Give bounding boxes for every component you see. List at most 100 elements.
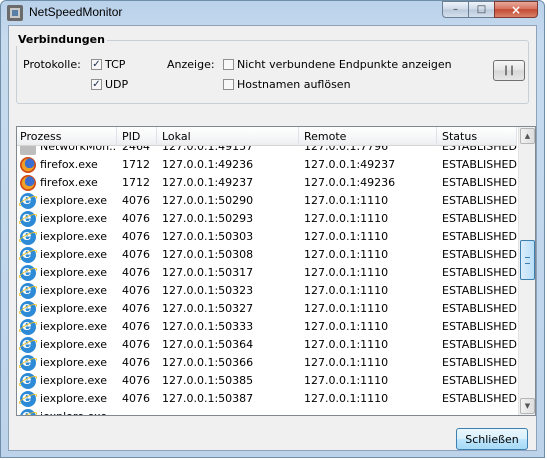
pause-button[interactable]: || [493,60,525,81]
process-cell: iexplore.exe [17,192,117,210]
local-address-cell: 127.0.0.1:50333 [162,320,254,333]
process-name: iexplore.exe [40,408,107,415]
local-address-cell [157,408,299,415]
scroll-down-arrow-icon[interactable]: ▼ [520,398,535,414]
status-cell: ESTABLISHED [442,284,517,297]
table-row[interactable]: iexplore.exe 4076 127.0.0.1:50317 127.0.0.1… [17,264,517,282]
pid-cell: 4076 [122,338,150,351]
internet-explorer-icon [20,264,36,281]
table-row[interactable]: iexplore.exe 4076 127.0.0.1:50323 127.0.0.1… [17,282,517,300]
tcp-check-mark[interactable]: ✓ [91,59,102,70]
protocols-label: Protokolle: [23,58,81,71]
process-name: iexplore.exe [40,284,107,297]
process-cell: iexplore.exe [17,372,117,390]
column-header-status[interactable]: Status [437,127,517,146]
udp-check-mark[interactable]: ✓ [91,79,102,90]
pid-cell: 1712 [122,176,150,189]
table-row[interactable]: iexplore.exe [17,408,517,415]
scrollbar-thumb[interactable] [520,240,535,281]
close-button[interactable]: Schließen [456,428,528,450]
process-name: iexplore.exe [40,320,107,333]
remote-address-cell [299,408,437,415]
firefox-icon [20,175,36,191]
pid-cell: 4076 [122,266,150,279]
local-address-cell: 127.0.0.1:50364 [162,338,254,351]
column-header-remote[interactable]: Remote [299,127,437,146]
status-cell: ESTABLISHED [442,248,517,261]
remote-address-cell: 127.0.0.1:49236 [304,176,396,189]
internet-explorer-icon [20,354,36,371]
table-row[interactable]: iexplore.exe 4076 127.0.0.1:50293 127.0.0.1… [17,210,517,228]
column-header-pid[interactable]: PID [117,127,157,146]
internet-explorer-icon [20,228,36,245]
process-name: iexplore.exe [40,248,107,261]
tcp-label: TCP [105,58,126,71]
column-header-local[interactable]: Lokal [157,127,299,146]
table-row[interactable]: NetworkMon... 2464 127.0.0.1:49157 127.0.0.… [17,146,517,156]
pid-cell: 1712 [122,158,150,171]
internet-explorer-icon [20,390,36,407]
connections-list[interactable]: Prozess PID Lokal Remote Status NetworkM… [16,126,536,416]
resolve-hostnames-checkbox[interactable]: Hostnamen auflösen [223,78,351,91]
pid-cell: 4076 [122,230,150,243]
table-row[interactable]: firefox.exe 1712 127.0.0.1:49237 127.0.0.1:… [17,174,517,192]
internet-explorer-icon [20,300,36,317]
remote-address-cell: 127.0.0.1:1110 [304,302,389,315]
remote-address-cell: 127.0.0.1:1110 [304,248,389,261]
connections-group-title: Verbindungen [16,33,107,46]
table-row[interactable]: iexplore.exe 4076 127.0.0.1:50364 127.0.0.1… [17,336,517,354]
window-title: NetSpeedMonitor [29,5,123,19]
scroll-up-arrow-icon[interactable]: ▲ [520,128,535,144]
local-address-cell: 127.0.0.1:50327 [162,302,254,315]
process-cell: iexplore.exe [17,354,117,372]
display-label: Anzeige: [167,58,215,71]
title-bar[interactable]: NetSpeedMonitor – □ × [1,1,544,25]
generic-icon [20,146,36,155]
close-window-button[interactable]: × [494,1,538,18]
table-row[interactable]: iexplore.exe 4076 127.0.0.1:50333 127.0.0.1… [17,318,517,336]
resolve-hostnames-label: Hostnamen auflösen [237,78,351,91]
status-cell: ESTABLISHED [442,194,517,207]
table-row[interactable]: iexplore.exe 4076 127.0.0.1:50366 127.0.0.1… [17,354,517,372]
pid-cell [117,408,157,415]
status-cell: ESTABLISHED [442,320,517,333]
status-cell: ESTABLISHED [442,374,517,387]
resolve-hostnames-check-box[interactable] [223,79,234,90]
remote-address-cell: 127.0.0.1:1110 [304,392,389,405]
process-cell: iexplore.exe [17,246,117,264]
local-address-cell: 127.0.0.1:50317 [162,266,254,279]
process-cell: iexplore.exe [17,264,117,282]
show-unconnected-check-box[interactable] [223,59,234,70]
udp-checkbox[interactable]: ✓ UDP [91,78,128,91]
table-row[interactable]: iexplore.exe 4076 127.0.0.1:50327 127.0.0.1… [17,300,517,318]
show-unconnected-label: Nicht verbundene Endpunkte anzeigen [237,58,452,71]
status-cell: ESTABLISHED [442,392,517,405]
caption-buttons: – □ × [442,1,538,19]
process-cell: iexplore.exe [17,408,117,415]
table-row[interactable]: iexplore.exe 4076 127.0.0.1:50385 127.0.0.1… [17,372,517,390]
table-row[interactable]: iexplore.exe 4076 127.0.0.1:50308 127.0.0.1… [17,246,517,264]
process-name: firefox.exe [40,176,98,189]
show-unconnected-checkbox[interactable]: Nicht verbundene Endpunkte anzeigen [223,58,452,71]
vertical-scrollbar[interactable]: ▲ ▼ [518,127,535,415]
table-row[interactable]: firefox.exe 1712 127.0.0.1:49236 127.0.0.1:… [17,156,517,174]
tcp-checkbox[interactable]: ✓ TCP [91,58,125,71]
maximize-button[interactable]: □ [468,1,494,18]
internet-explorer-icon [20,246,36,263]
process-name: iexplore.exe [40,230,107,243]
table-row[interactable]: iexplore.exe 4076 127.0.0.1:50387 127.0.0.1… [17,390,517,408]
internet-explorer-icon [20,336,36,353]
process-cell: NetworkMon... [17,146,117,156]
local-address-cell: 127.0.0.1:50385 [162,374,254,387]
pid-cell: 4076 [122,392,150,405]
process-cell: iexplore.exe [17,390,117,408]
process-name: iexplore.exe [40,266,107,279]
table-row[interactable]: iexplore.exe 4076 127.0.0.1:50303 127.0.0.1… [17,228,517,246]
table-row[interactable]: iexplore.exe 4076 127.0.0.1:50290 127.0.0.1… [17,192,517,210]
minimize-button[interactable]: – [442,1,468,18]
process-name: iexplore.exe [40,302,107,315]
internet-explorer-icon [20,282,36,299]
column-header-process[interactable]: Prozess [17,127,117,146]
remote-address-cell: 127.0.0.1:1110 [304,284,389,297]
status-cell: ESTABLISHED [442,302,517,315]
